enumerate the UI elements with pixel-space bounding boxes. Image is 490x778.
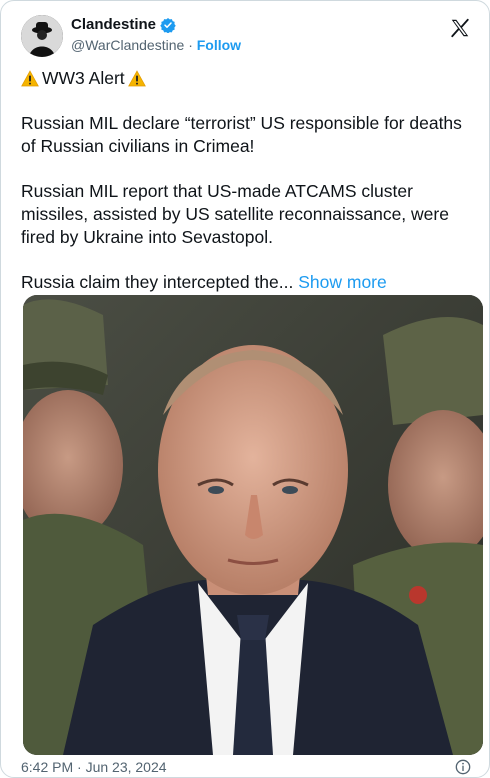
x-logo-icon[interactable] — [449, 17, 471, 39]
tweet-header: Clandestine @WarClandestine · Follow — [21, 15, 471, 59]
avatar-silhouette-icon — [21, 15, 63, 57]
display-name[interactable]: Clandestine — [71, 16, 156, 33]
alert-text: WW3 Alert — [42, 68, 125, 88]
follow-button[interactable]: Follow — [197, 37, 241, 53]
paragraph-1: Russian MIL declare “terrorist” US respo… — [21, 113, 462, 156]
show-more-link[interactable]: Show more — [298, 272, 387, 292]
author-block: Clandestine @WarClandestine · Follow — [71, 16, 241, 53]
tweet-card: Clandestine @WarClandestine · Follow WW3… — [0, 0, 490, 778]
tweet-text: WW3 Alert Russian MIL declare “terrorist… — [21, 67, 471, 316]
timestamp[interactable]: 6:42 PM · Jun 23, 2024 — [21, 759, 167, 775]
paragraph-2: Russian MIL report that US-made ATCAMS c… — [21, 181, 449, 247]
separator-dot: · — [188, 37, 193, 53]
handle[interactable]: @WarClandestine — [71, 37, 184, 53]
paragraph-3: Russia claim they intercepted the... Sho… — [21, 271, 471, 294]
avatar[interactable] — [21, 15, 63, 57]
alert-line: WW3 Alert — [21, 67, 471, 90]
tweet-footer: 6:42 PM · Jun 23, 2024 — [21, 759, 471, 775]
photo-image — [23, 295, 483, 755]
truncated-text: Russia claim they intercepted the... — [21, 272, 294, 292]
verified-badge-icon — [160, 17, 176, 33]
warning-icon — [127, 70, 146, 87]
warning-icon — [21, 70, 39, 87]
info-icon[interactable] — [455, 759, 471, 775]
tweet-photo[interactable] — [23, 295, 483, 755]
